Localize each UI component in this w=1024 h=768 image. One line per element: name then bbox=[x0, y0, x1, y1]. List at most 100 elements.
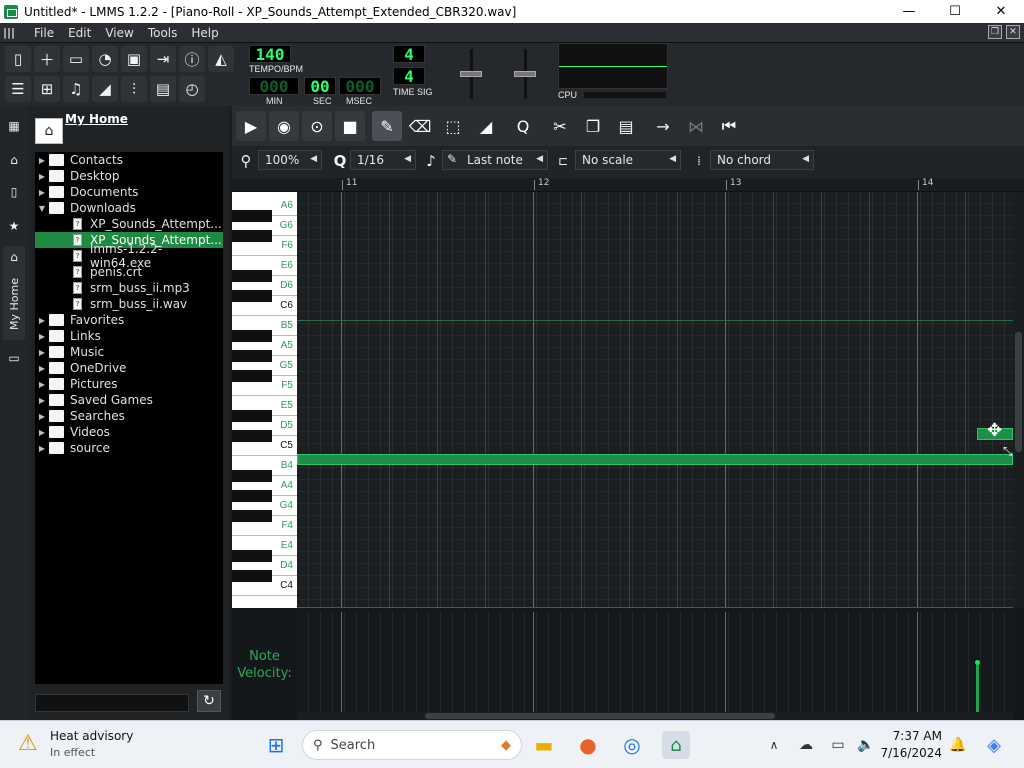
note-grid[interactable]: ✥ ⤡ bbox=[297, 192, 1013, 608]
close-button[interactable]: ✕ bbox=[978, 0, 1024, 23]
tree-file[interactable]: ? XP_Sounds_Attempt... bbox=[35, 216, 223, 232]
timesig-numerator[interactable]: 4 bbox=[393, 45, 425, 64]
quantize-icon[interactable]: Q bbox=[508, 111, 538, 141]
velocity-handle[interactable] bbox=[975, 660, 980, 665]
file-explorer-icon[interactable]: ▬ bbox=[530, 731, 558, 759]
onedrive-icon[interactable]: ☁ bbox=[792, 731, 820, 759]
erase-mode-icon[interactable]: ⌫ bbox=[405, 111, 435, 141]
tree-folder[interactable]: ▶ OneDrive bbox=[35, 360, 223, 376]
scale-combo[interactable]: No scale ◀ bbox=[575, 150, 681, 170]
chrome-icon[interactable]: ◎ bbox=[618, 731, 646, 759]
zoom-combo[interactable]: 100% ◀ bbox=[258, 150, 322, 170]
samples-icon[interactable]: ▯ bbox=[4, 182, 24, 202]
recent-projects-icon[interactable]: ◔ bbox=[92, 46, 118, 72]
piano-roll-icon[interactable]: ♫ bbox=[63, 76, 89, 102]
collapse-arrow-icon[interactable]: ▶ bbox=[35, 156, 49, 165]
tree-file[interactable]: ? srm_buss_ii.wav bbox=[35, 296, 223, 312]
tree-folder[interactable]: ▶ source bbox=[35, 440, 223, 456]
menu-edit[interactable]: Edit bbox=[61, 26, 98, 40]
collapse-arrow-icon[interactable]: ▶ bbox=[35, 364, 49, 373]
play-icon[interactable]: ▶ bbox=[236, 111, 266, 141]
master-pitch-slider[interactable] bbox=[504, 49, 548, 99]
expand-arrow-icon[interactable]: ▼ bbox=[35, 204, 49, 213]
tree-folder[interactable]: ▶ Music bbox=[35, 344, 223, 360]
horizontal-scroll-thumb[interactable] bbox=[425, 713, 775, 719]
piano-black-key[interactable] bbox=[232, 550, 272, 562]
auto-scroll-icon[interactable]: → bbox=[648, 111, 678, 141]
project-notes-icon[interactable]: ▤ bbox=[150, 76, 176, 102]
velocity-grid[interactable] bbox=[297, 612, 1013, 712]
file-tree[interactable]: ▶ Contacts ▶ Desktop ▶ Documents ▼ Downloads? XP… bbox=[35, 152, 223, 684]
piano-black-key[interactable] bbox=[232, 490, 272, 502]
cut-icon[interactable]: ✂ bbox=[545, 111, 575, 141]
collapse-arrow-icon[interactable]: ▶ bbox=[35, 188, 49, 197]
stop-behaviour-icon[interactable]: ⏮ bbox=[714, 111, 744, 141]
clock-date[interactable]: 7/16/2024 bbox=[880, 746, 942, 760]
collapse-arrow-icon[interactable]: ▶ bbox=[35, 172, 49, 181]
velocity-bar[interactable] bbox=[976, 662, 979, 712]
tree-folder[interactable]: ▶ Contacts bbox=[35, 152, 223, 168]
menu-help[interactable]: Help bbox=[184, 26, 225, 40]
notification-bell-icon[interactable]: 🔔 bbox=[944, 731, 972, 759]
menu-file[interactable]: File bbox=[27, 26, 61, 40]
record-while-playing-icon[interactable]: ⊙ bbox=[302, 111, 332, 141]
clock-time[interactable]: 7:37 AM bbox=[893, 729, 942, 743]
save-project-icon[interactable]: ▣ bbox=[121, 46, 147, 72]
piano-black-key[interactable] bbox=[232, 350, 272, 362]
tree-folder[interactable]: ▶ Desktop bbox=[35, 168, 223, 184]
new-project-icon[interactable]: ▯ bbox=[5, 46, 31, 72]
metronome-icon[interactable]: ◭ bbox=[208, 46, 234, 72]
piano-black-key[interactable] bbox=[232, 210, 272, 222]
collapse-arrow-icon[interactable]: ▶ bbox=[35, 348, 49, 357]
piano-black-key[interactable] bbox=[232, 270, 272, 282]
network-icon[interactable]: ▭ bbox=[824, 731, 852, 759]
draw-mode-icon[interactable]: ✎ bbox=[372, 111, 402, 141]
computer-icon[interactable]: ▭ bbox=[4, 348, 24, 368]
paste-icon[interactable]: ▤ bbox=[611, 111, 641, 141]
quantize-combo[interactable]: 1/16 ◀ bbox=[350, 150, 416, 170]
tree-folder[interactable]: ▶ Links bbox=[35, 328, 223, 344]
reload-icon[interactable]: ↻ bbox=[197, 690, 221, 712]
piano-black-key[interactable] bbox=[232, 570, 272, 582]
tree-folder[interactable]: ▶ Favorites bbox=[35, 312, 223, 328]
chord-combo[interactable]: No chord ◀ bbox=[710, 150, 814, 170]
mdi-restore-icon[interactable]: ❐ bbox=[988, 25, 1002, 39]
filter-input[interactable] bbox=[35, 694, 189, 712]
show-hidden-icons[interactable]: ∧ bbox=[760, 731, 788, 759]
note-c5[interactable] bbox=[297, 454, 1013, 465]
automation-editor-icon[interactable]: ◢ bbox=[92, 76, 118, 102]
tree-file[interactable]: ? srm_buss_ii.mp3 bbox=[35, 280, 223, 296]
piano-black-key[interactable] bbox=[232, 370, 272, 382]
export-project-icon[interactable]: ⇥ bbox=[150, 46, 176, 72]
weather-title[interactable]: Heat advisory bbox=[50, 729, 133, 743]
master-volume-slider[interactable] bbox=[450, 49, 494, 99]
projects-icon[interactable]: ⌂ bbox=[4, 150, 24, 170]
maximize-button[interactable]: ☐ bbox=[932, 0, 978, 23]
tree-folder[interactable]: ▶ Documents bbox=[35, 184, 223, 200]
horizontal-scrollbar[interactable] bbox=[297, 712, 1013, 720]
menu-tools[interactable]: Tools bbox=[141, 26, 185, 40]
stop-icon[interactable]: ■ bbox=[335, 111, 365, 141]
mdi-close-icon[interactable]: ✕ bbox=[1006, 25, 1020, 39]
minimize-button[interactable]: — bbox=[886, 0, 932, 23]
collapse-arrow-icon[interactable]: ▶ bbox=[35, 396, 49, 405]
timesig-denominator[interactable]: 4 bbox=[393, 67, 425, 86]
tree-folder[interactable]: ▶ Searches bbox=[35, 408, 223, 424]
vertical-scrollbar[interactable] bbox=[1013, 192, 1024, 608]
collapse-arrow-icon[interactable]: ▶ bbox=[35, 380, 49, 389]
piano-black-key[interactable] bbox=[232, 510, 272, 522]
tree-folder[interactable]: ▶ Saved Games bbox=[35, 392, 223, 408]
record-icon[interactable]: ◉ bbox=[269, 111, 299, 141]
instrument-plugins-icon[interactable]: ▦ bbox=[4, 116, 24, 136]
windows-start-icon[interactable]: ⊞ bbox=[262, 731, 290, 759]
copilot-icon[interactable]: ◈ bbox=[980, 731, 1008, 759]
lmms-taskbar-icon[interactable]: ⌂ bbox=[662, 731, 690, 759]
piano-black-key[interactable] bbox=[232, 470, 272, 482]
select-mode-icon[interactable]: ⬚ bbox=[438, 111, 468, 141]
piano-black-key[interactable] bbox=[232, 430, 272, 442]
piano-black-key[interactable] bbox=[232, 330, 272, 342]
oscilloscope[interactable] bbox=[558, 43, 668, 89]
presets-icon[interactable]: ★ bbox=[4, 216, 24, 236]
tempo-display[interactable]: 140 bbox=[249, 45, 291, 64]
collapse-arrow-icon[interactable]: ▶ bbox=[35, 316, 49, 325]
